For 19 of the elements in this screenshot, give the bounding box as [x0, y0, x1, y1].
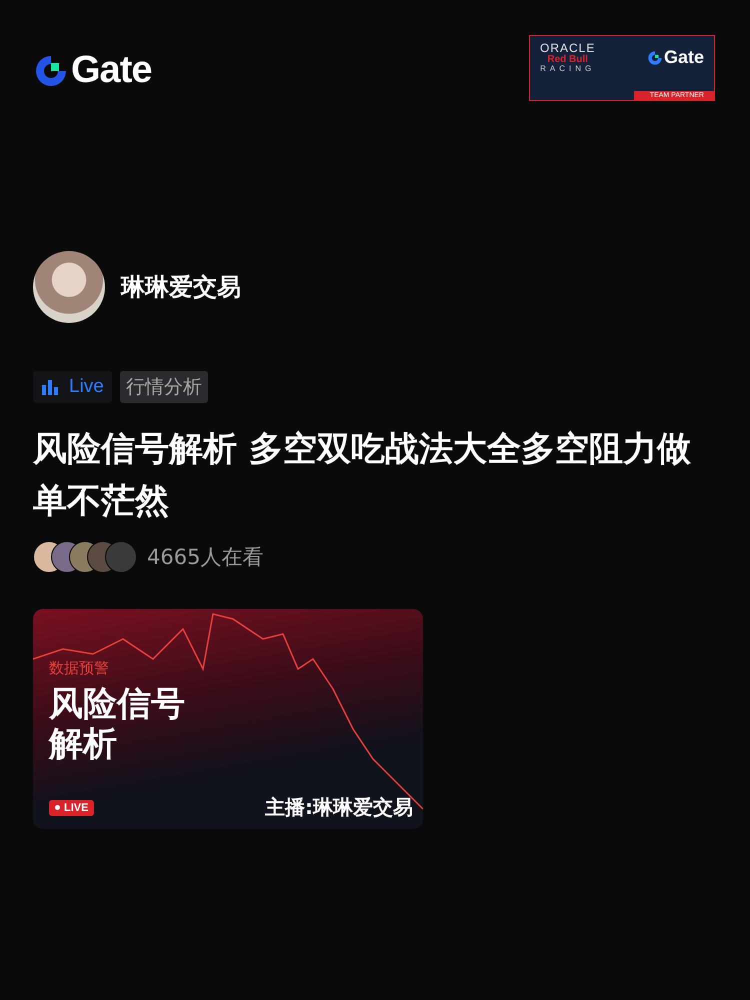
logo-icon [646, 50, 663, 66]
partner-name: Red Bull [547, 54, 588, 65]
partner-name: ORACLE [540, 42, 596, 55]
live-badge: LIVE [49, 800, 94, 816]
author-name[interactable]: 琳琳爱交易 [121, 271, 241, 303]
viewer-count: 4665人在看 [147, 544, 264, 571]
category-tag: 行情分析 [120, 371, 208, 403]
host-name: 主播:琳琳爱交易 [265, 794, 413, 821]
logo-text: Gate [71, 49, 152, 92]
cover-kicker: 数据预警 [49, 659, 110, 678]
viewer-avatar [105, 541, 137, 573]
partner-name: RACING [540, 65, 596, 74]
cover-headline: 解析 [49, 724, 118, 764]
bar-chart-icon [41, 379, 59, 395]
cover-headline: 风险信号 [49, 684, 186, 724]
brand-text: Gate [664, 47, 704, 68]
live-label: Live [69, 376, 104, 398]
stream-cover[interactable]: 数据预警 风险信号 解析 LIVE 主播:琳琳爱交易 [33, 609, 423, 829]
stream-title: 风险信号解析 多空双吃战法大全多空阻力做单不茫然 [33, 428, 692, 523]
